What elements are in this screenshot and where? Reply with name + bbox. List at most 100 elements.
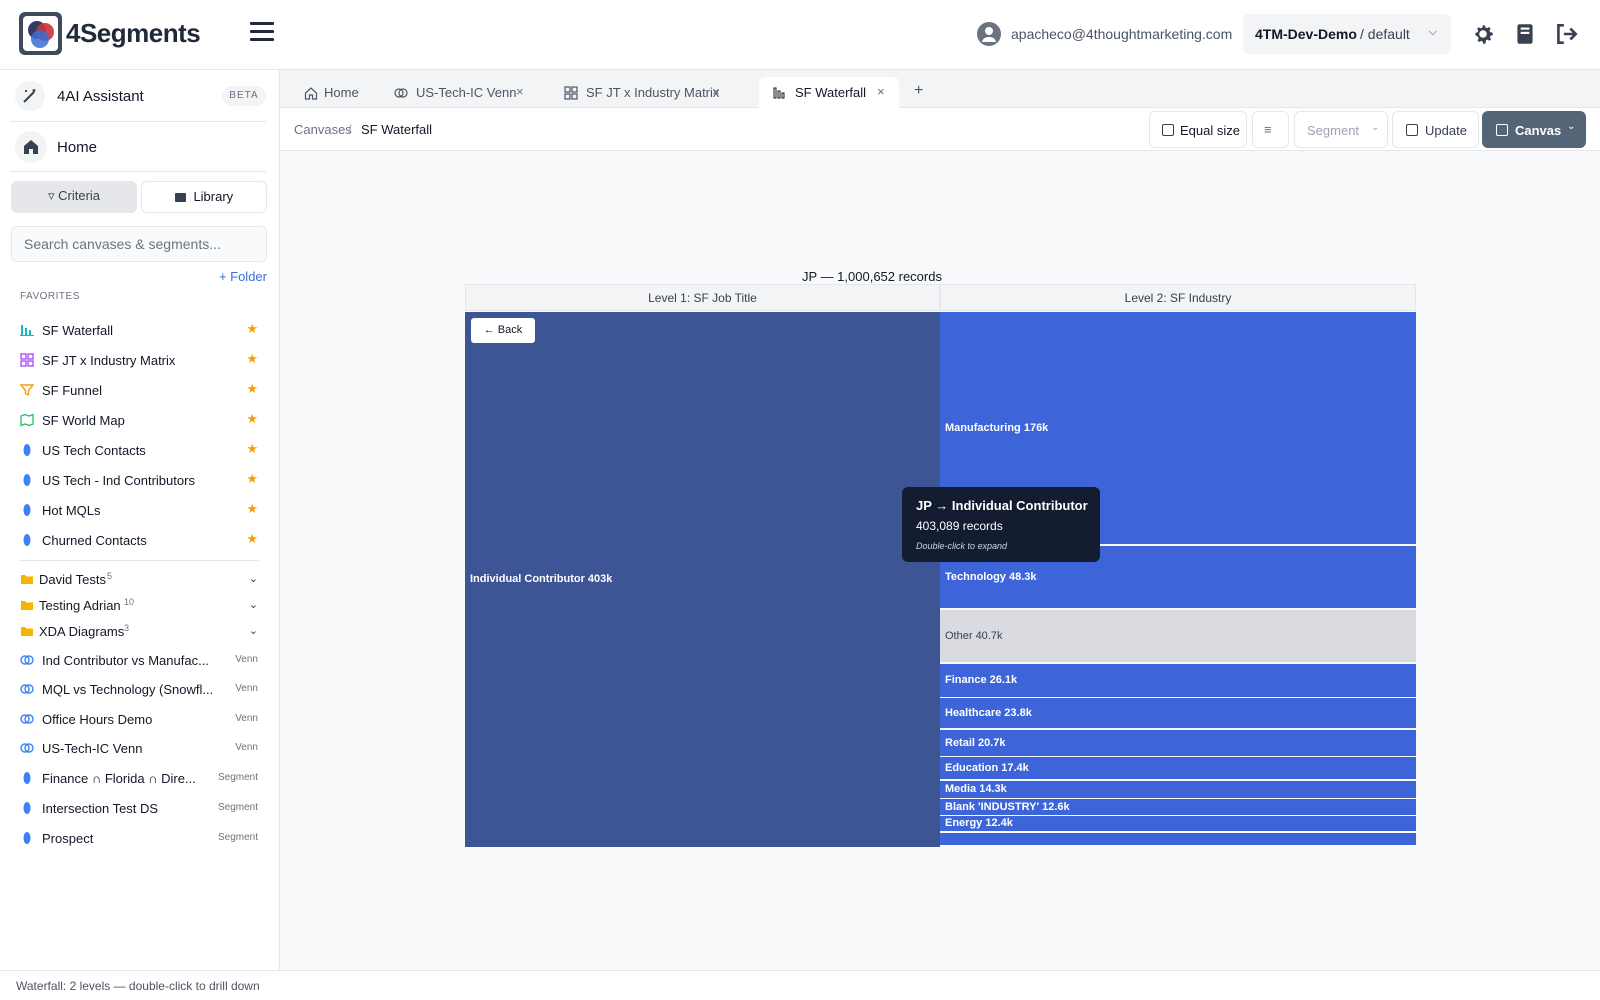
chevron-down-icon: ⌄	[1371, 122, 1380, 133]
favorite-item-label: US Tech - Ind Contributors	[42, 473, 195, 488]
waterfall-icon	[773, 87, 785, 99]
venn-icon	[394, 88, 408, 98]
segment-dropdown[interactable]: Segment ⌄	[1294, 111, 1388, 148]
favorite-item-hot-mqls[interactable]: Hot MQLs ★	[20, 499, 262, 521]
favorite-item-sf-world-map[interactable]: SF World Map ★	[20, 409, 262, 431]
library-item-venn[interactable]: Ind Contributor vs Manufac... Venn	[20, 649, 262, 671]
logout-icon[interactable]	[1553, 21, 1579, 47]
bar-label: Other 40.7k	[945, 629, 1003, 642]
chevron-down-icon[interactable]: ⌄	[249, 572, 258, 585]
waterfall-icon	[20, 325, 34, 336]
home-nav-item[interactable]: Home	[15, 131, 265, 163]
star-icon[interactable]: ★	[246, 471, 258, 487]
search-input[interactable]	[11, 226, 267, 262]
update-button[interactable]: Update	[1392, 111, 1479, 148]
equal-size-label: Equal size	[1180, 123, 1240, 138]
close-tab-icon[interactable]: ×	[516, 84, 524, 99]
app-logo-icon[interactable]	[19, 12, 62, 55]
favorite-item-sf-funnel[interactable]: SF Funnel ★	[20, 379, 262, 401]
filter-icon: ▿	[47, 188, 55, 203]
favorite-item-sf-waterfall[interactable]: SF Waterfall ★	[20, 319, 262, 341]
add-folder-button[interactable]: + Folder	[219, 269, 267, 284]
criteria-tab[interactable]: ▿ Criteria	[11, 181, 137, 213]
bar-education[interactable]: Education 17.4k	[940, 757, 1416, 780]
bar-media[interactable]: Media 14.3k	[940, 780, 1416, 798]
favorite-item-us-tech-ind-contributors[interactable]: US Tech - Ind Contributors ★	[20, 469, 262, 491]
favorite-item-label: US Tech Contacts	[42, 443, 146, 458]
star-icon[interactable]: ★	[246, 321, 258, 337]
item-type-tag: Segment	[217, 832, 258, 843]
library-item-venn[interactable]: MQL vs Technology (Snowfl... Venn	[20, 678, 262, 700]
star-icon[interactable]: ★	[246, 381, 258, 397]
star-icon[interactable]: ★	[246, 351, 258, 367]
ai-assistant-button[interactable]: 4AI Assistant BETA	[15, 81, 266, 111]
favorite-item-label: Hot MQLs	[42, 503, 101, 518]
segment-icon	[23, 802, 31, 814]
folder-xda-diagrams[interactable]: XDA Diagrams 3 ⌄	[20, 620, 262, 642]
gear-icon[interactable]	[1470, 21, 1496, 47]
favorite-item-sf-jt-industry-matrix[interactable]: SF JT x Industry Matrix ★	[20, 349, 262, 371]
bar-label: Finance 26.1k	[945, 674, 1018, 687]
star-icon[interactable]: ★	[246, 441, 258, 457]
star-icon[interactable]: ★	[246, 411, 258, 427]
list-view-button[interactable]: ≡	[1252, 111, 1289, 148]
user-email: apacheco@4thoughtmarketing.com	[1011, 26, 1233, 42]
book-icon[interactable]	[1512, 21, 1538, 47]
tab-home[interactable]: Home	[294, 77, 374, 108]
bar-retail[interactable]: Retail 20.7k	[940, 729, 1416, 756]
library-tab[interactable]: Library	[141, 181, 267, 213]
user-avatar-icon[interactable]	[977, 22, 1001, 46]
library-item-segment[interactable]: Intersection Test DS Segment	[20, 797, 262, 819]
star-icon[interactable]: ★	[246, 531, 258, 547]
close-tab-icon[interactable]: ×	[877, 84, 885, 99]
chevron-down-icon[interactable]: ⌄	[249, 624, 258, 637]
segment-icon	[23, 534, 31, 546]
favorite-item-churned-contacts[interactable]: Churned Contacts ★	[20, 529, 262, 551]
tab-label: SF JT x Industry Matrix	[586, 85, 720, 100]
add-tab-button[interactable]: +	[914, 82, 923, 100]
bar-individual-contributor[interactable]: Individual Contributor 403k	[465, 312, 940, 847]
library-item-venn[interactable]: US-Tech-IC Venn Venn	[20, 737, 262, 759]
bar-label: Manufacturing 176k	[945, 421, 1049, 434]
chevron-down-icon[interactable]: ⌄	[249, 598, 258, 611]
home-icon	[15, 131, 47, 163]
bar-healthcare[interactable]: Healthcare 23.8k	[940, 698, 1416, 729]
breadcrumb-canvases[interactable]: Canvases	[294, 122, 352, 137]
back-button[interactable]: ← Back	[471, 318, 535, 343]
canvas-toolbar: Canvases / SF Waterfall Equal size ≡ Seg…	[280, 108, 1600, 151]
close-tab-icon[interactable]: ×	[712, 84, 720, 99]
library-item-segment[interactable]: Finance ∩ Florida ∩ Dire... Segment	[20, 767, 262, 789]
bar-energy[interactable]: Energy 12.4k	[940, 816, 1416, 832]
library-item-label: Office Hours Demo	[42, 712, 153, 727]
list-icon: ≡	[1264, 122, 1272, 137]
venn-icon	[20, 743, 34, 753]
library-item-segment[interactable]: Prospect Segment	[20, 827, 262, 849]
folder-testing-adrian[interactable]: Testing Adrian 10 ⌄	[20, 594, 262, 616]
tab-sf-waterfall[interactable]: SF Waterfall ×	[759, 77, 899, 108]
tab-us-tech-ic-venn[interactable]: US-Tech-IC Venn ×	[380, 77, 532, 108]
tab-sf-jt-industry-matrix[interactable]: SF JT x Industry Matrix ×	[550, 77, 732, 108]
magic-wand-icon	[15, 81, 45, 111]
bar-label: Media 14.3k	[945, 783, 1007, 795]
segment-icon	[23, 772, 31, 784]
checkbox-icon[interactable]	[1162, 124, 1174, 136]
equal-size-toggle[interactable]: Equal size	[1149, 111, 1247, 148]
folder-david-tests[interactable]: David Tests 5 ⌄	[20, 568, 262, 590]
canvas-menu-button[interactable]: Canvas ⌄	[1482, 111, 1586, 148]
layout-icon	[1496, 124, 1508, 136]
menu-toggle-icon[interactable]	[250, 22, 274, 44]
bar-finance[interactable]: Finance 26.1k	[940, 663, 1416, 697]
org-selector[interactable]: 4TM-Dev-Demo / default ⌵	[1243, 14, 1451, 54]
main-area: Home US-Tech-IC Venn × SF JT x Industry …	[280, 70, 1600, 970]
segment-icon	[23, 444, 31, 456]
star-icon[interactable]: ★	[246, 501, 258, 517]
bar-blank[interactable]: Blank 'INDUSTRY' 12.6k	[940, 799, 1416, 815]
favorite-item-us-tech-contacts[interactable]: US Tech Contacts ★	[20, 439, 262, 461]
library-item-venn[interactable]: Office Hours Demo Venn	[20, 708, 262, 730]
bar-label: Healthcare 23.8k	[945, 707, 1032, 720]
divider	[19, 560, 259, 561]
bar-remainder[interactable]	[940, 832, 1416, 846]
favorite-item-label: SF JT x Industry Matrix	[42, 353, 176, 368]
favorite-item-label: SF Funnel	[42, 383, 102, 398]
bar-other[interactable]: Other 40.7k	[940, 609, 1416, 663]
